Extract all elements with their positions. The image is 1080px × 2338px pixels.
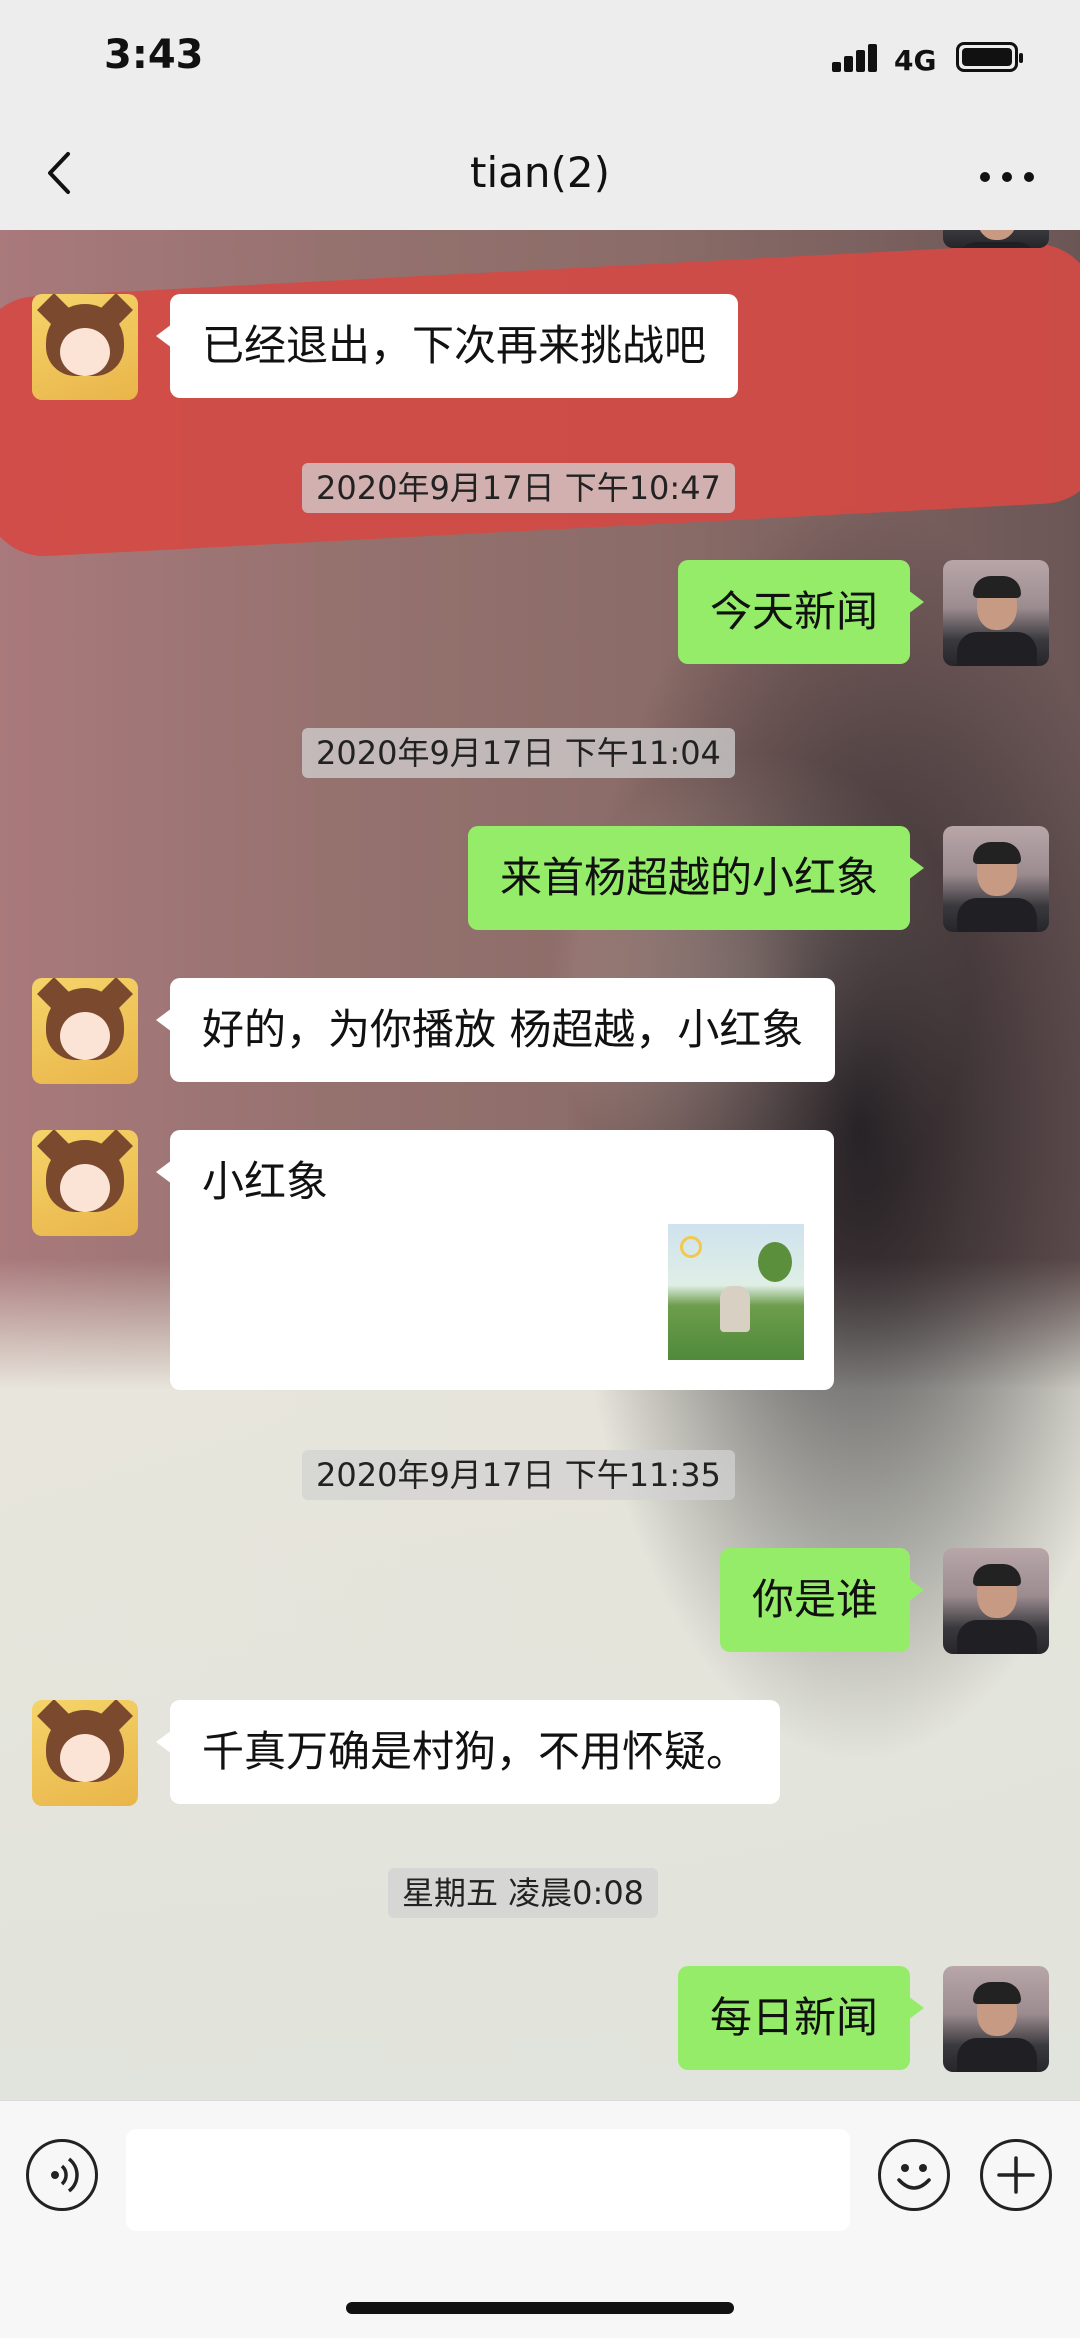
music-card-title: 小红象 — [202, 1157, 329, 1206]
network-type: 4G — [894, 44, 937, 77]
message-bubble[interactable]: 每日新闻 — [677, 1966, 925, 2070]
timestamp: 2020年9月17日 下午11:04 — [302, 728, 735, 778]
status-time: 3:43 — [104, 32, 204, 78]
battery-icon — [956, 42, 1023, 72]
album-cover-image — [668, 1224, 804, 1360]
voice-icon[interactable] — [26, 2139, 98, 2211]
avatar-self[interactable] — [943, 560, 1049, 666]
message-bubble[interactable]: 千真万确是村狗，不用怀疑。 — [155, 1700, 781, 1804]
timestamp: 星期五 凌晨0:08 — [388, 1868, 659, 1918]
avatar-self[interactable] — [943, 1548, 1049, 1654]
timestamp: 2020年9月17日 下午10:47 — [302, 463, 735, 513]
signal-icon — [832, 44, 880, 72]
plus-icon[interactable] — [980, 2139, 1052, 2211]
chat-header: tian(2) — [0, 120, 1080, 230]
message-bubble[interactable]: 你是谁 — [719, 1548, 925, 1652]
timestamp: 2020年9月17日 下午11:35 — [302, 1450, 735, 1500]
message-bubble[interactable]: 今天新闻 — [677, 560, 925, 664]
ellipsis-icon[interactable] — [980, 150, 1040, 200]
avatar-bot[interactable] — [32, 1130, 138, 1236]
message-bubble[interactable]: 来首杨超越的小红象 — [467, 826, 925, 930]
avatar-self[interactable] — [943, 1966, 1049, 2072]
avatar-bot[interactable] — [32, 294, 138, 400]
avatar-bot[interactable] — [32, 1700, 138, 1806]
message-bubble[interactable]: 好的，为你播放 杨超越，小红象 — [155, 978, 836, 1082]
avatar-bot[interactable] — [32, 978, 138, 1084]
emoji-icon[interactable] — [878, 2139, 950, 2211]
home-indicator[interactable] — [346, 2302, 734, 2314]
chat-title: tian(2) — [470, 148, 610, 197]
music-card[interactable]: 小红象 — [156, 1130, 834, 1390]
message-input[interactable] — [126, 2129, 850, 2231]
message-bubble[interactable]: 已经退出，下次再来挑战吧 — [155, 294, 739, 398]
status-bar: 3:43 4G — [0, 0, 1080, 120]
chat-area[interactable]: 已经退出，下次再来挑战吧 2020年9月17日 下午10:47 今天新闻 202… — [0, 230, 1080, 2100]
avatar-self[interactable] — [943, 230, 1049, 248]
avatar-self[interactable] — [943, 826, 1049, 932]
